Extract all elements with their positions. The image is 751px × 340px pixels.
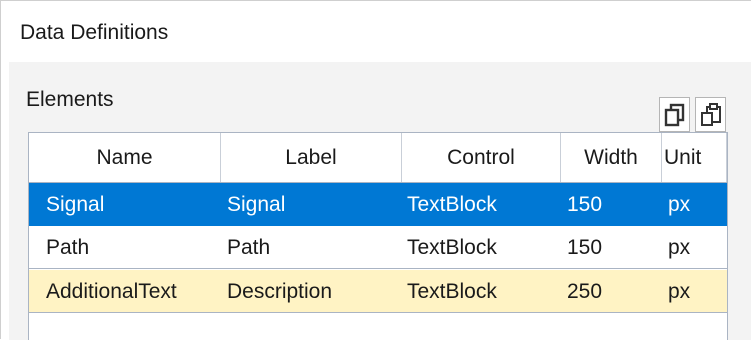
paste-button[interactable]	[695, 97, 726, 132]
cell-label: Description	[227, 280, 333, 303]
elements-label: Elements	[26, 88, 114, 111]
cell-name: Signal	[46, 193, 105, 216]
cell-width: 150	[567, 236, 603, 259]
elements-panel: Elements Name Label Control Width Unit S…	[9, 62, 751, 340]
cell-width: 150	[567, 193, 603, 216]
cell-unit: px	[668, 280, 691, 303]
table-row[interactable]: AdditionalText Description TextBlock 250…	[29, 270, 727, 313]
column-header-name[interactable]: Name	[29, 133, 221, 182]
cell-unit: px	[668, 236, 691, 259]
column-header-unit[interactable]: Unit	[662, 133, 727, 182]
cell-label: Path	[227, 236, 271, 259]
cell-control: TextBlock	[407, 236, 497, 259]
copy-button[interactable]	[659, 97, 690, 132]
grid-header: Name Label Control Width Unit	[29, 133, 727, 183]
cell-name: AdditionalText	[46, 280, 177, 303]
paste-icon	[700, 102, 721, 126]
table-row[interactable]: Path Path TextBlock 150 px	[29, 226, 727, 269]
elements-grid[interactable]: Name Label Control Width Unit Signal Sig…	[28, 132, 728, 340]
cell-width: 250	[567, 280, 603, 303]
column-header-label[interactable]: Label	[221, 133, 402, 182]
copy-icon	[664, 103, 684, 126]
cell-control: TextBlock	[407, 193, 497, 216]
table-row[interactable]: Signal Signal TextBlock 150 px	[29, 183, 727, 226]
cell-control: TextBlock	[407, 280, 497, 303]
cell-unit: px	[668, 193, 691, 216]
column-header-control[interactable]: Control	[402, 133, 561, 182]
cell-name: Path	[46, 236, 90, 259]
data-definitions-window: Data Definitions Elements Name Label Con…	[0, 0, 751, 340]
column-header-width[interactable]: Width	[561, 133, 662, 182]
window-title: Data Definitions	[20, 21, 169, 44]
cell-label: Signal	[227, 193, 286, 216]
